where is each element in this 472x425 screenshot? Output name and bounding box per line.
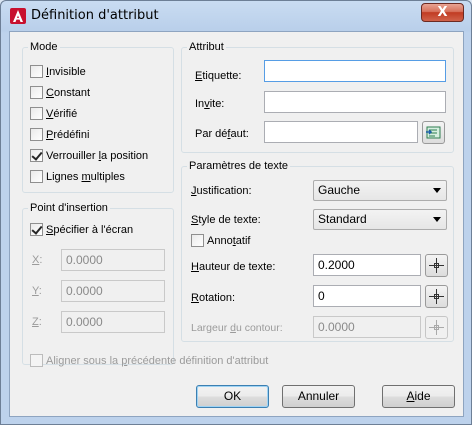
multiple-lines-checkbox[interactable]: Lignes multiples xyxy=(30,170,125,184)
insert-field-icon xyxy=(426,126,441,139)
rotation-input[interactable]: 0 xyxy=(313,285,421,307)
cancel-button[interactable]: Annuler xyxy=(282,385,355,408)
checkbox-box-checked[interactable] xyxy=(30,149,43,162)
default-input[interactable] xyxy=(264,121,418,143)
specify-on-screen-checkbox[interactable]: Spécifier à l'écran xyxy=(30,223,133,237)
checkbox-box[interactable] xyxy=(30,170,43,183)
insertion-group-title: Point d'insertion xyxy=(28,201,110,215)
x-label: X: xyxy=(32,254,43,266)
close-button[interactable]: X xyxy=(421,3,464,22)
checkbox-box[interactable] xyxy=(30,65,43,78)
crosshair-pick-icon xyxy=(429,258,444,273)
ok-button[interactable]: OK xyxy=(196,385,269,408)
dialog-window: Définition d'attribut X Mode Invisible C… xyxy=(0,0,472,425)
window-title: Définition d'attribut xyxy=(31,8,159,23)
text-height-input[interactable]: 0.2000 xyxy=(313,254,421,276)
mode-group-title: Mode xyxy=(28,40,60,54)
text-style-label: Style de texte: xyxy=(191,214,261,226)
justification-value: Gauche xyxy=(318,183,361,197)
boundary-width-input[interactable]: 0.0000 xyxy=(313,316,421,338)
boundary-width-label: Largeur du contour: xyxy=(191,322,283,334)
text-style-select[interactable]: Standard xyxy=(313,209,447,230)
invisible-checkbox[interactable]: Invisible xyxy=(30,65,86,79)
pick-rotation-button[interactable] xyxy=(425,285,448,308)
rotation-label: Rotation: xyxy=(191,292,236,304)
default-label: Par défaut: xyxy=(195,128,249,140)
y-field[interactable]: 0.0000 xyxy=(61,280,165,302)
chevron-down-icon xyxy=(433,188,441,193)
mode-group: Mode Invisible Constant Vérifié Prédéfin… xyxy=(22,40,174,193)
checkbox-box[interactable] xyxy=(30,128,43,141)
close-icon: X xyxy=(437,5,448,20)
prompt-input[interactable] xyxy=(264,91,446,113)
attribute-group-title: Attribut xyxy=(187,40,226,54)
dialog-client-area: Mode Invisible Constant Vérifié Prédéfin… xyxy=(9,31,464,417)
justification-select[interactable]: Gauche xyxy=(313,180,447,201)
help-button[interactable]: Aide xyxy=(382,385,455,408)
chevron-down-icon xyxy=(433,217,441,222)
align-below-previous-checkbox[interactable]: Aligner sous la précédente définition d'… xyxy=(30,354,268,368)
z-label: Z: xyxy=(32,316,42,328)
checkbox-box[interactable] xyxy=(30,107,43,120)
crosshair-pick-icon xyxy=(429,289,444,304)
title-bar[interactable]: Définition d'attribut X xyxy=(1,1,471,31)
y-label: Y: xyxy=(32,285,42,297)
checkbox-box[interactable] xyxy=(30,354,43,367)
tag-label: Etiquette: xyxy=(195,70,242,82)
text-settings-group: Paramètres de texte Justification: Gauch… xyxy=(181,159,454,342)
pick-width-button[interactable] xyxy=(425,316,448,339)
checkbox-box-checked[interactable] xyxy=(30,223,43,236)
lock-position-checkbox[interactable]: Verrouiller la position xyxy=(30,149,148,163)
predefini-checkbox[interactable]: Prédéfini xyxy=(30,128,89,142)
checkbox-box[interactable] xyxy=(30,86,43,99)
verifie-checkbox[interactable]: Vérifié xyxy=(30,107,77,121)
constant-checkbox[interactable]: Constant xyxy=(30,86,90,100)
z-field[interactable]: 0.0000 xyxy=(61,311,165,333)
insertion-point-group: Point d'insertion Spécifier à l'écran X:… xyxy=(22,201,174,365)
crosshair-pick-icon xyxy=(429,320,444,335)
annotative-checkbox[interactable]: Annotatif xyxy=(191,234,250,248)
autocad-logo-icon xyxy=(10,8,26,24)
pick-height-button[interactable] xyxy=(425,254,448,277)
text-style-value: Standard xyxy=(318,212,367,226)
x-field[interactable]: 0.0000 xyxy=(61,249,165,271)
justification-label: Justification: xyxy=(191,185,252,197)
checkbox-box[interactable] xyxy=(191,234,204,247)
prompt-label: Invite: xyxy=(195,98,225,110)
tag-input[interactable] xyxy=(264,60,446,82)
attribute-group: Attribut Etiquette: Invite: Par défaut: xyxy=(181,40,454,153)
text-settings-title: Paramètres de texte xyxy=(187,159,291,173)
text-height-label: Hauteur de texte: xyxy=(191,261,276,273)
insert-field-button[interactable] xyxy=(422,121,445,144)
